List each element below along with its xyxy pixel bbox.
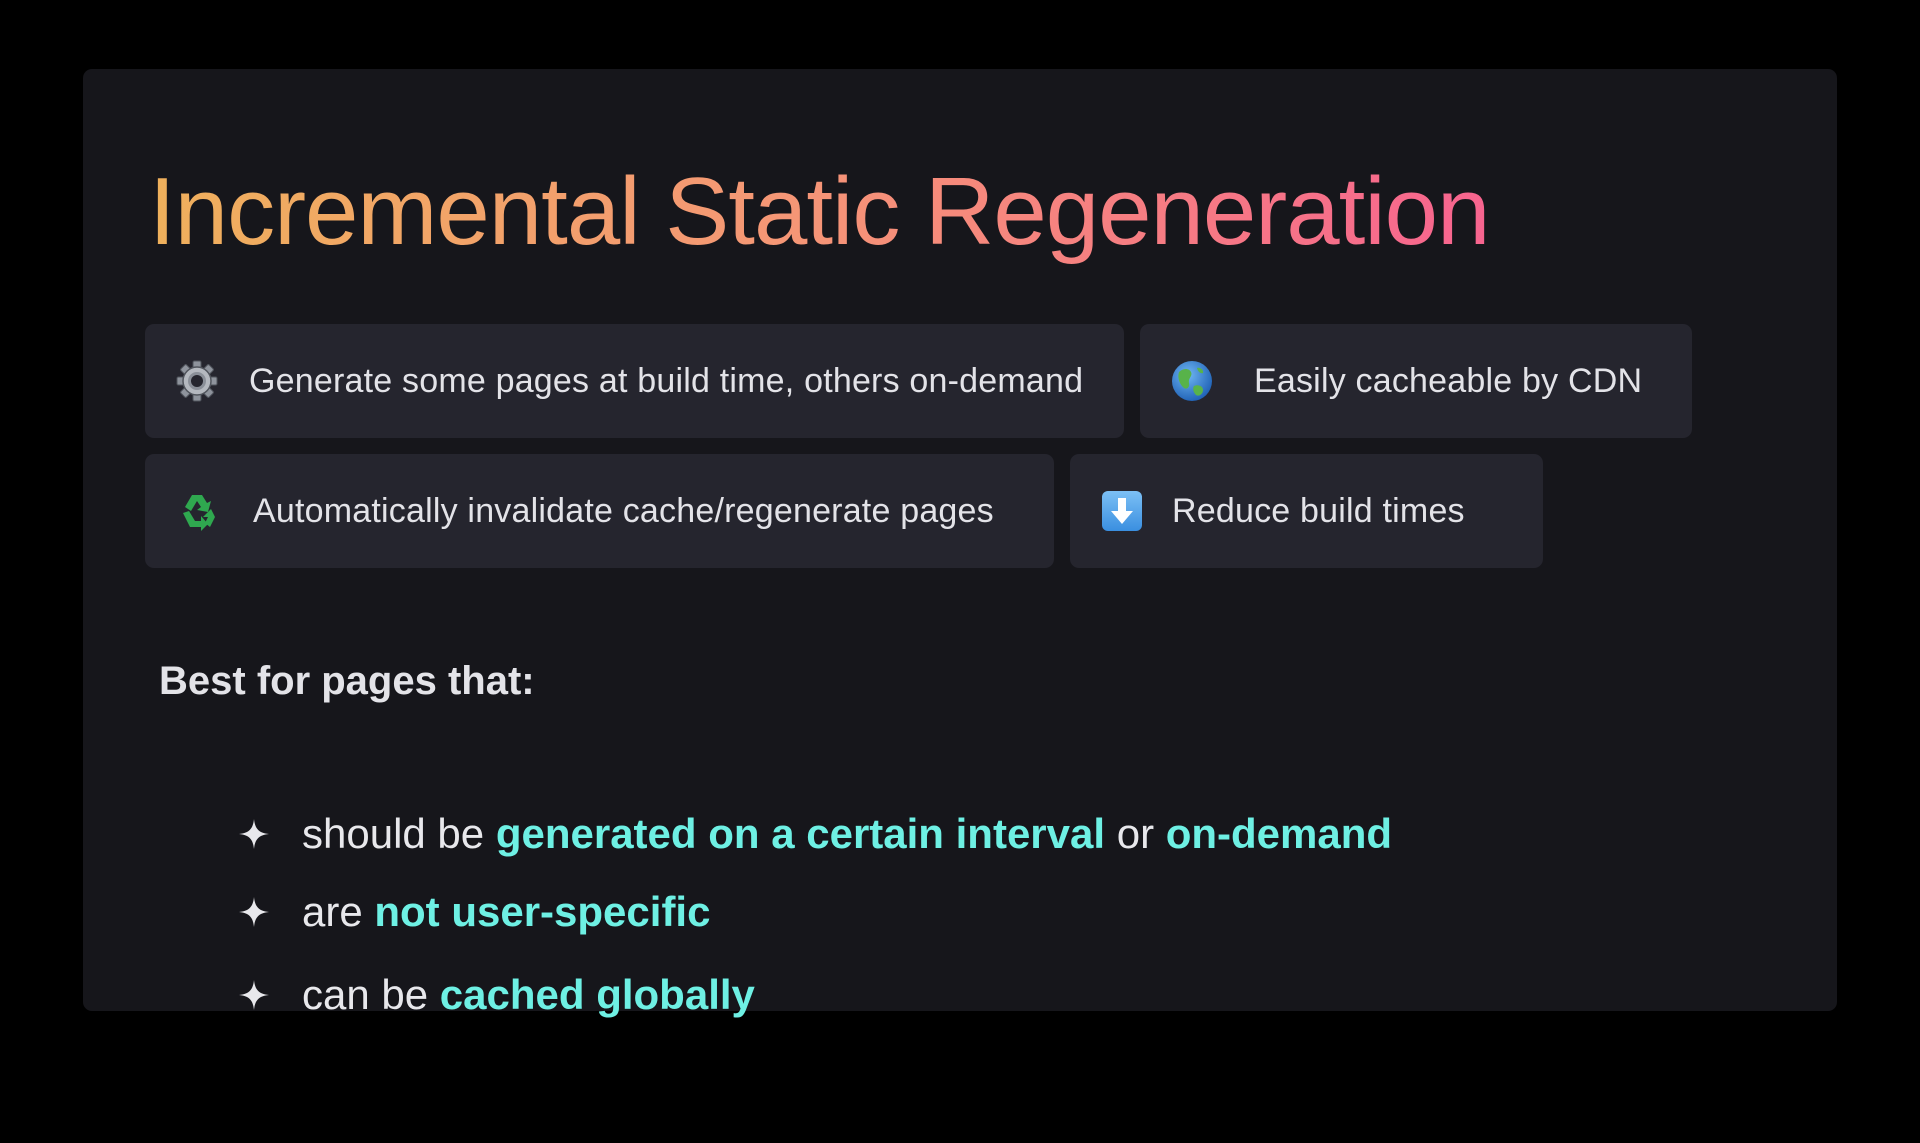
feature-text: Automatically invalidate cache/regenerat… bbox=[253, 491, 994, 530]
sparkle-icon bbox=[239, 819, 269, 849]
sparkle-icon bbox=[239, 897, 269, 927]
recycle-icon bbox=[174, 488, 220, 534]
best-for-item-text: are not user-specific bbox=[302, 888, 711, 935]
gear-icon bbox=[174, 358, 220, 404]
highlight-text: cached globally bbox=[439, 971, 755, 1018]
best-for-item-text: can be cached globally bbox=[302, 971, 755, 1018]
best-for-item-text: should be generated on a certain interva… bbox=[302, 810, 1393, 857]
best-for-item: are not user-specific bbox=[238, 888, 710, 936]
sparkle-icon bbox=[239, 980, 269, 1010]
slide-title: Incremental Static Regeneration bbox=[149, 157, 1490, 267]
feature-chip-build-time: Generate some pages at build time, other… bbox=[145, 324, 1124, 438]
best-for-item: should be generated on a certain interva… bbox=[238, 810, 1392, 858]
globe-icon bbox=[1169, 358, 1215, 404]
highlight-text: not user-specific bbox=[374, 888, 711, 935]
best-for-item: can be cached globally bbox=[238, 971, 755, 1019]
feature-chip-cdn: Easily cacheable by CDN bbox=[1140, 324, 1692, 438]
best-for-heading: Best for pages that: bbox=[159, 659, 535, 703]
highlight-text: generated on a certain interval bbox=[495, 810, 1106, 857]
feature-text: Reduce build times bbox=[1172, 491, 1465, 530]
feature-chip-invalidate: Automatically invalidate cache/regenerat… bbox=[145, 454, 1054, 568]
feature-text: Easily cacheable by CDN bbox=[1254, 361, 1643, 400]
slide-card: Incremental Static Regeneration Generate… bbox=[83, 69, 1837, 1018]
feature-chip-build-times: Reduce build times bbox=[1070, 454, 1543, 568]
highlight-text: on-demand bbox=[1165, 810, 1393, 857]
down-arrow-icon bbox=[1099, 488, 1145, 534]
feature-text: Generate some pages at build time, other… bbox=[249, 361, 1084, 400]
